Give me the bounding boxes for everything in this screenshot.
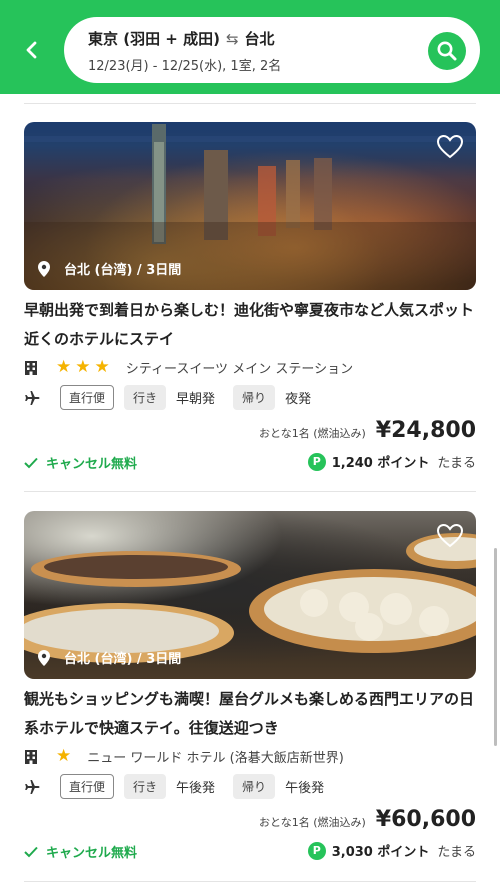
flight-row: 直行便 行き 早朝発 帰り 夜発 <box>24 385 311 410</box>
location-pin-icon <box>38 260 50 277</box>
star-icon: ★ <box>56 746 72 766</box>
back-button[interactable] <box>18 36 46 64</box>
free-cancel: キャンセル無料 <box>24 842 137 861</box>
star-icon: ★ <box>56 357 72 377</box>
price-line: おとな1名 (燃油込み) ¥24,800 <box>259 418 476 443</box>
airplane-icon <box>25 779 40 794</box>
location-text: 台北 (台湾) / 3日間 <box>64 263 182 278</box>
location-text: 台北 (台湾) / 3日間 <box>64 652 182 667</box>
route-text: 東京 (羽田 + 成田) ⇆ 台北 <box>88 28 275 49</box>
location-pin-icon <box>38 649 50 666</box>
search-icon <box>437 41 457 61</box>
location-label: 台北 (台湾) / 3日間 <box>38 648 181 667</box>
free-cancel-text: キャンセル無料 <box>46 846 138 861</box>
free-cancel-text: キャンセル無料 <box>46 457 138 472</box>
hotel-row: ★ ★ ★ シティースイーツ メイン ステーション <box>24 358 353 377</box>
divider <box>24 881 476 882</box>
points-amount: 3,030 ポイント <box>331 845 430 860</box>
divider <box>24 491 476 492</box>
star-rating: ★ ★ ★ <box>56 359 114 376</box>
chevron-left-icon <box>26 41 37 59</box>
points-earned: P 1,240 ポイント たまる <box>307 452 476 471</box>
outbound-tag: 行き <box>124 385 167 410</box>
points-suffix: たまる <box>437 456 476 471</box>
direct-flight-tag: 直行便 <box>60 385 115 410</box>
hotel-name: シティースイーツ メイン ステーション <box>125 362 354 377</box>
hotel-building-icon <box>25 360 37 375</box>
search-details: 12/23(月) - 12/25(水), 1室, 2名 <box>88 59 282 74</box>
points-amount: 1,240 ポイント <box>331 456 430 471</box>
price-line: おとな1名 (燃油込み) ¥60,600 <box>259 807 476 832</box>
hotel-row: ★ ニュー ワールド ホテル (洛碁大飯店新世界) <box>24 747 344 766</box>
checkmark-icon <box>24 457 38 468</box>
return-tag: 帰り <box>233 774 276 799</box>
tour-photo: 台北 (台湾) / 3日間 <box>24 122 476 290</box>
price-label: おとな1名 (燃油込み) <box>259 427 366 440</box>
heart-icon[interactable] <box>436 523 464 549</box>
price: ¥24,800 <box>375 418 476 443</box>
return-time: 午後発 <box>285 781 325 796</box>
points-badge-icon: P <box>307 841 326 860</box>
points-badge-icon: P <box>307 452 326 471</box>
free-cancel: キャンセル無料 <box>24 453 137 472</box>
points-earned: P 3,030 ポイント たまる <box>307 841 476 860</box>
outbound-time: 早朝発 <box>176 392 216 407</box>
search-header: 東京 (羽田 + 成田) ⇆ 台北 12/23(月) - 12/25(水), 1室,… <box>0 0 500 94</box>
outbound-time: 午後発 <box>176 781 216 796</box>
search-button[interactable] <box>428 32 466 70</box>
swap-arrows-icon: ⇆ <box>225 30 239 48</box>
origin-text: 東京 (羽田 + 成田) <box>88 30 220 48</box>
tour-title: 観光もショッピングも満喫！屋台グルメも楽しめる西門エリアの日系ホテルで快適ステイ… <box>24 690 475 737</box>
return-tag: 帰り <box>233 385 276 410</box>
search-summary[interactable]: 東京 (羽田 + 成田) ⇆ 台北 12/23(月) - 12/25(水), 1室,… <box>64 17 480 83</box>
return-time: 夜発 <box>285 392 312 407</box>
hotel-building-icon <box>25 749 37 764</box>
star-icon: ★ <box>75 357 91 377</box>
location-label: 台北 (台湾) / 3日間 <box>38 259 181 278</box>
direct-flight-tag: 直行便 <box>60 774 115 799</box>
points-suffix: たまる <box>437 845 476 860</box>
star-icon: ★ <box>94 357 110 377</box>
outbound-tag: 行き <box>124 774 167 799</box>
destination-text: 台北 <box>244 30 275 48</box>
price-label: おとな1名 (燃油込み) <box>259 816 366 829</box>
checkmark-icon <box>24 846 38 857</box>
airplane-icon <box>25 390 40 405</box>
hotel-name: ニュー ワールド ホテル (洛碁大飯店新世界) <box>87 751 344 766</box>
flight-row: 直行便 行き 午後発 帰り 午後発 <box>24 774 324 799</box>
star-rating: ★ <box>56 748 75 765</box>
tour-photo: 台北 (台湾) / 3日間 <box>24 511 476 679</box>
divider <box>24 103 476 104</box>
heart-icon[interactable] <box>436 134 464 160</box>
tour-title: 早朝出発で到着日から楽しむ！迪化街や寧夏夜市など人気スポット近くのホテルにステイ <box>24 301 475 348</box>
scrollbar[interactable] <box>494 548 497 746</box>
price: ¥60,600 <box>375 807 476 832</box>
